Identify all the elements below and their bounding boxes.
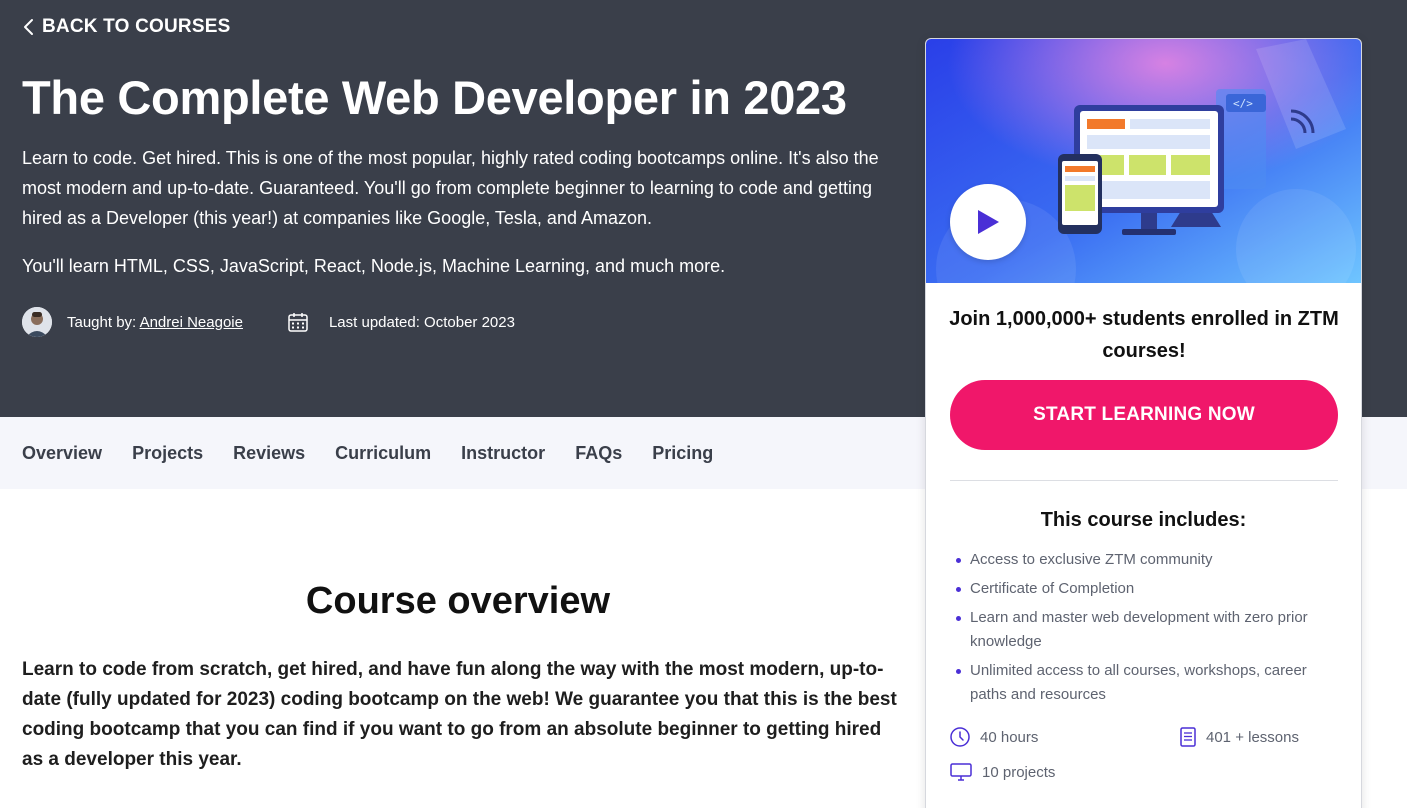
stat-hours: 40 hours: [949, 726, 1038, 748]
start-learning-button[interactable]: START LEARNING NOW: [950, 380, 1338, 450]
includes-heading: This course includes:: [1040, 509, 1247, 531]
includes-item: Access to exclusive ZTM community: [956, 548, 1330, 572]
play-icon: [978, 210, 999, 234]
includes-item: Unlimited access to all courses, worksho…: [956, 659, 1330, 707]
monitor-icon: [950, 763, 972, 781]
tab-pricing[interactable]: Pricing: [652, 443, 713, 464]
stat-lessons-label: 401 + lessons: [1206, 728, 1299, 746]
course-title: The Complete Web Developer in 2023: [22, 71, 847, 124]
course-preview-video[interactable]: </>: [926, 39, 1361, 283]
last-updated: Last updated: October 2023: [328, 313, 515, 331]
instructor-avatar: [22, 307, 52, 337]
tab-overview[interactable]: Overview: [22, 443, 102, 464]
document-icon: [1180, 727, 1196, 747]
chevron-left-icon: [24, 19, 33, 35]
play-button[interactable]: [950, 184, 1026, 260]
taught-by-label: Taught by:: [67, 313, 137, 331]
enroll-card: </> Join 1,000,000+ students enrolled in…: [925, 38, 1362, 808]
includes-item: Certificate of Completion: [956, 577, 1330, 601]
course-topics: You'll learn HTML, CSS, JavaScript, Reac…: [22, 256, 726, 276]
stat-lessons: 401 + lessons: [1179, 726, 1299, 748]
includes-item: Learn and master web development with ze…: [956, 606, 1330, 654]
course-tabs: Overview Projects Reviews Curriculum Ins…: [22, 417, 713, 489]
back-to-courses-link[interactable]: BACK TO COURSES: [22, 16, 230, 38]
svg-text:</>: </>: [1233, 97, 1253, 110]
stat-projects-label: 10 projects: [982, 763, 1056, 781]
tab-reviews[interactable]: Reviews: [233, 443, 305, 464]
tab-curriculum[interactable]: Curriculum: [335, 443, 431, 464]
overview-text: Learn to code from scratch, get hired, a…: [22, 659, 897, 770]
overview-heading: Course overview: [305, 580, 611, 622]
stat-projects: 10 projects: [949, 762, 1055, 782]
clock-icon: [950, 727, 970, 747]
card-divider: [950, 480, 1338, 481]
course-description: Learn to code. Get hired. This is one of…: [22, 148, 879, 228]
course-meta: Taught by: Andrei Neagoie Last updated: …: [22, 307, 515, 337]
includes-list: Access to exclusive ZTM community Certif…: [956, 548, 1330, 712]
tab-instructor[interactable]: Instructor: [461, 443, 545, 464]
instructor-link[interactable]: Andrei Neagoie: [140, 314, 243, 331]
stat-hours-label: 40 hours: [980, 728, 1039, 746]
calendar-icon: [287, 311, 309, 333]
tab-faqs[interactable]: FAQs: [575, 443, 622, 464]
back-to-courses-label: BACK TO COURSES: [42, 16, 231, 37]
enrollment-pitch: Join 1,000,000+ students enrolled in ZTM…: [949, 308, 1339, 362]
tab-projects[interactable]: Projects: [132, 443, 203, 464]
taught-by: Taught by: Andrei Neagoie: [67, 314, 243, 331]
